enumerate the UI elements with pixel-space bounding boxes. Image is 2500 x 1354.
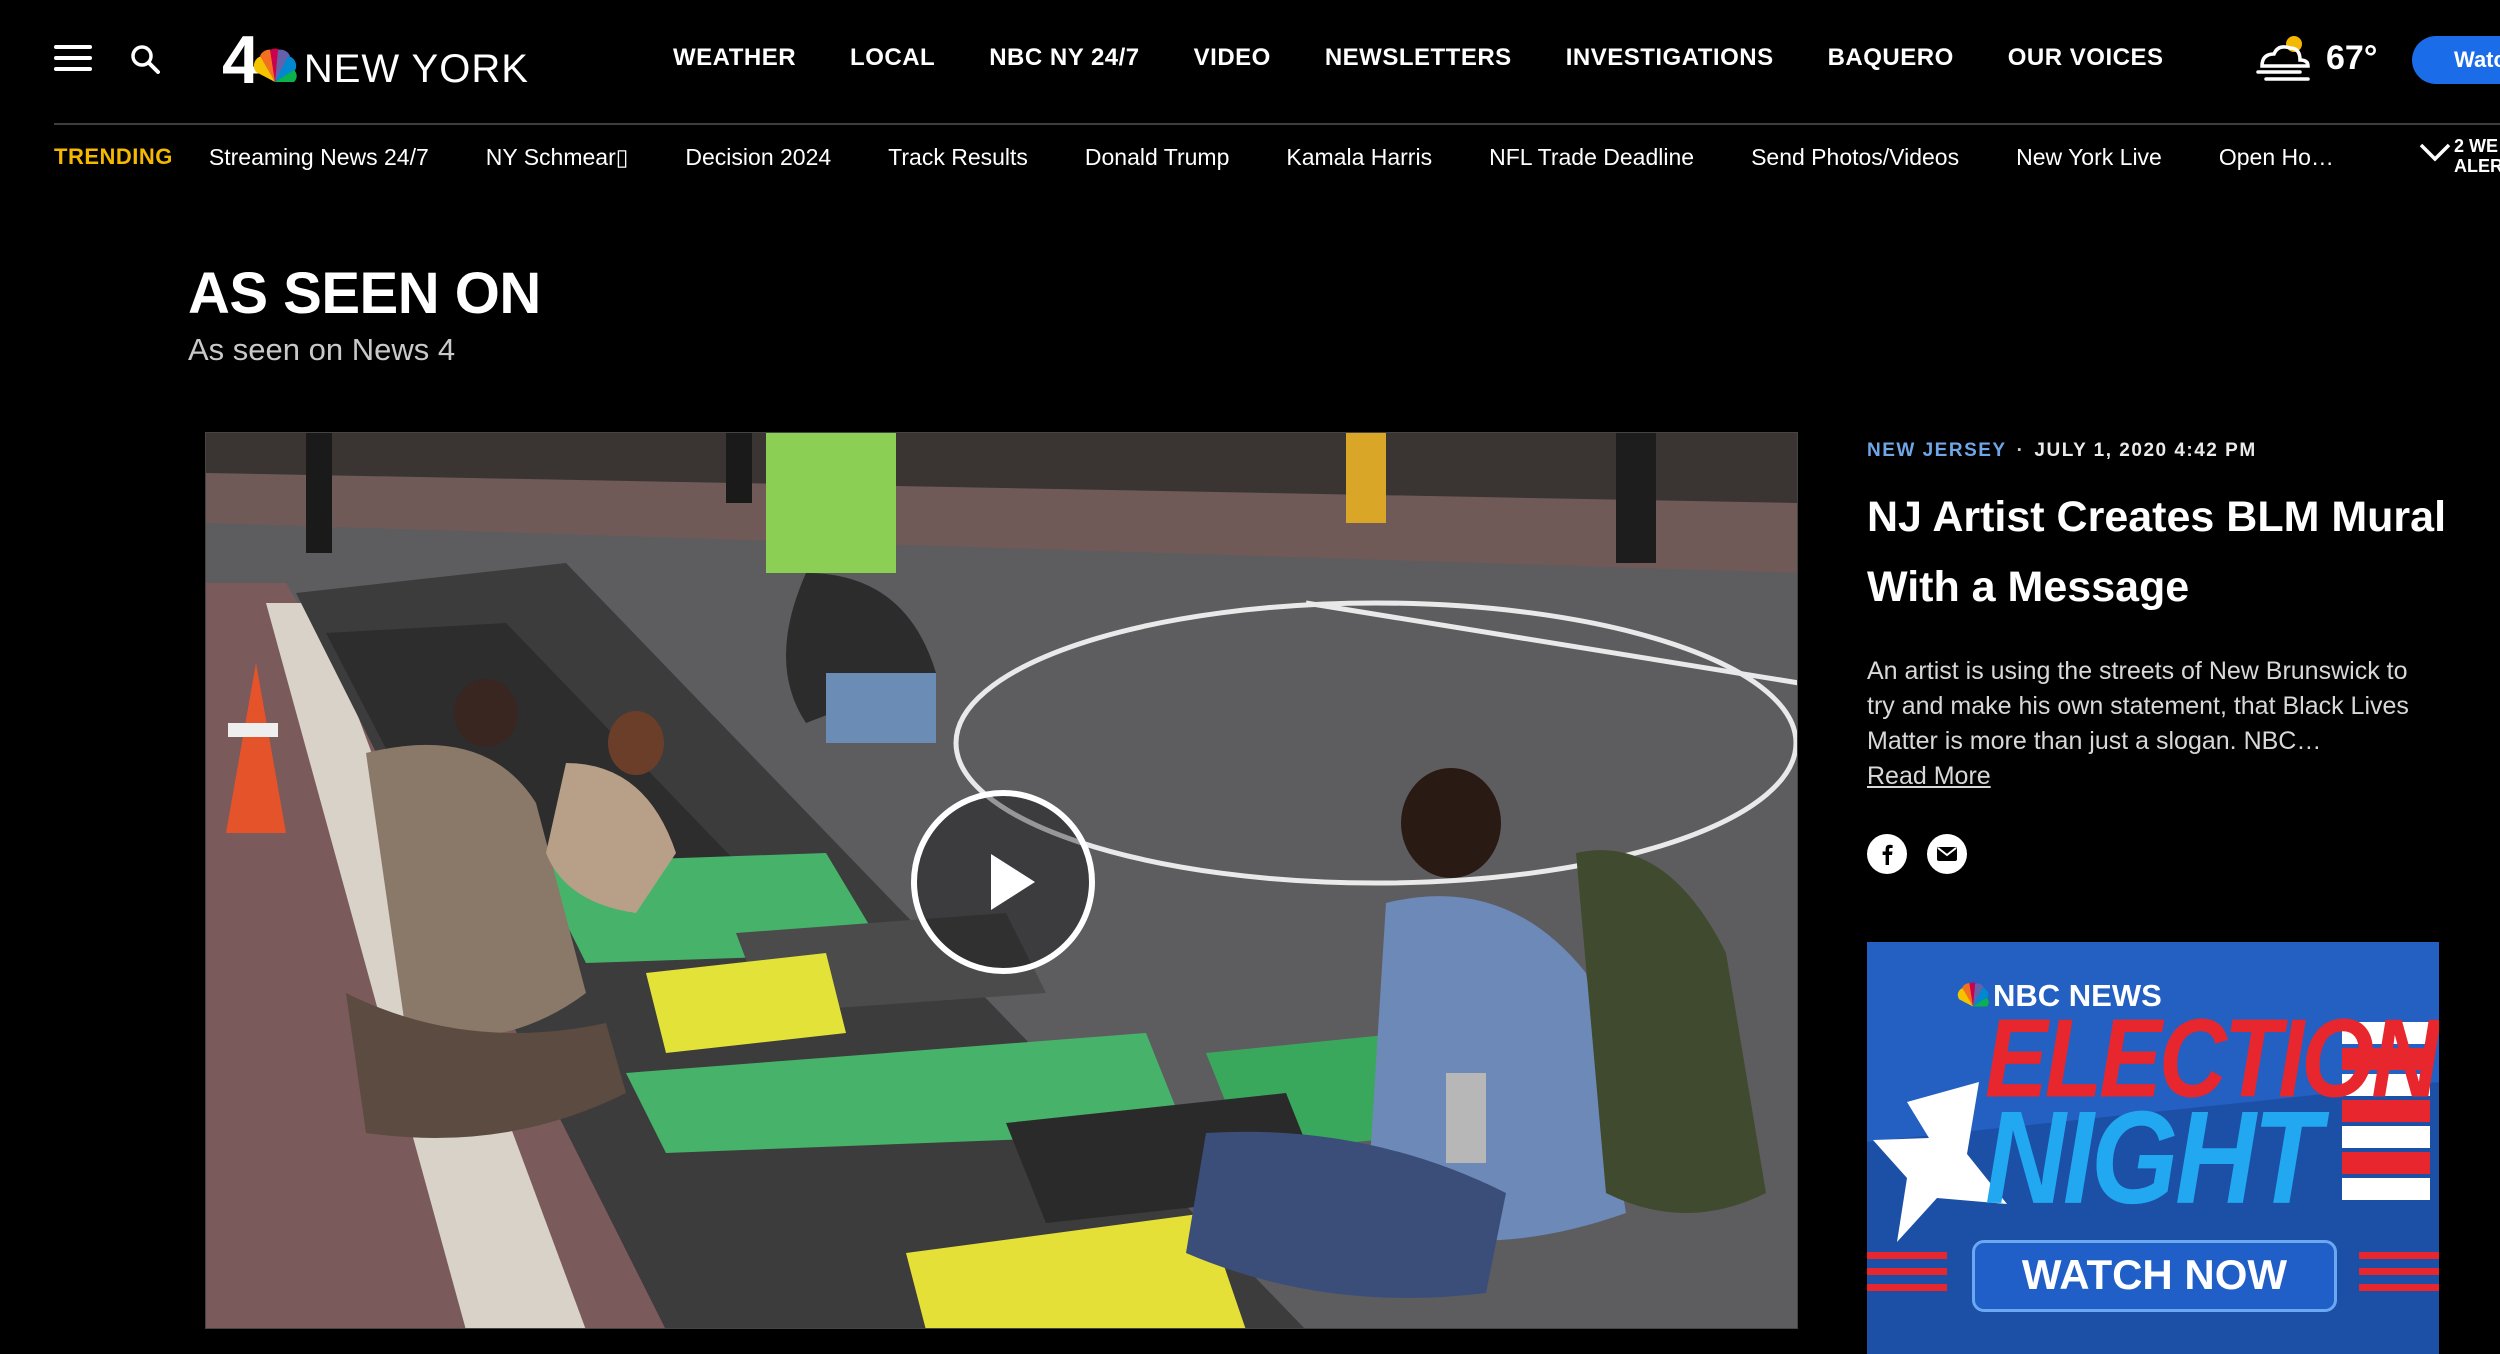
- nav-baquero[interactable]: BAQUERO: [1828, 44, 1954, 72]
- article-category[interactable]: NEW JERSEY: [1867, 440, 2007, 462]
- email-icon[interactable]: [1927, 834, 1967, 874]
- election-night-promo[interactable]: NBC NEWS ELECTION NIGHT WATCH NOW: [1867, 942, 2439, 1354]
- trending-item[interactable]: Track Results: [888, 144, 1028, 171]
- search-icon[interactable]: [128, 42, 162, 76]
- trending-item[interactable]: NFL Trade Deadline: [1489, 144, 1694, 171]
- meta-separator: ·: [2016, 440, 2025, 461]
- trending-bar: TRENDING Streaming News 24/7 NY Schmear▯…: [54, 140, 2500, 174]
- chevron-down-icon: [2419, 143, 2451, 162]
- page-subtitle: As seen on News 4: [188, 332, 456, 367]
- facebook-icon[interactable]: [1867, 834, 1907, 874]
- nav-video[interactable]: VIDEO: [1194, 44, 1271, 72]
- article-summary-text: An artist is using the streets of New Br…: [1867, 657, 2409, 755]
- weather-widget[interactable]: 67°: [2252, 32, 2377, 84]
- trending-item[interactable]: New York Live: [2016, 144, 2162, 171]
- main-nav: WEATHER LOCAL NBC NY 24/7 VIDEO NEWSLETT…: [673, 44, 2217, 72]
- nav-our-voices[interactable]: OUR VOICES: [2008, 44, 2164, 72]
- peacock-icon: [253, 48, 297, 82]
- alerts-label: 2 WE ALER: [2454, 136, 2500, 176]
- article-summary: An artist is using the streets of New Br…: [1867, 654, 2427, 794]
- play-button[interactable]: [911, 790, 1095, 974]
- logo-text: NEW YORK: [303, 47, 529, 91]
- article-meta: NEW JERSEY · JULY 1, 2020 4:42 PM: [1867, 440, 2257, 462]
- trending-item[interactable]: Decision 2024: [685, 144, 831, 171]
- trending-item[interactable]: Send Photos/Videos: [1751, 144, 1959, 171]
- alerts-toggle[interactable]: 2 WE ALER: [2418, 136, 2500, 176]
- alerts-label-line2: ALER: [2454, 156, 2500, 176]
- trending-item[interactable]: Kamala Harris: [1286, 144, 1432, 171]
- trending-item[interactable]: Streaming News 24/7: [209, 144, 429, 171]
- weather-temperature: 67°: [2326, 38, 2378, 77]
- watch-now-button[interactable]: WATCH NOW: [1972, 1240, 2337, 1312]
- article-date: JULY 1, 2020 4:42 PM: [2034, 440, 2257, 461]
- menu-icon[interactable]: [54, 45, 92, 71]
- nav-weather[interactable]: WEATHER: [673, 44, 796, 72]
- page-title: AS SEEN ON: [188, 261, 541, 326]
- header-divider: [54, 123, 2500, 125]
- trending-label: TRENDING: [54, 144, 173, 169]
- read-more-link[interactable]: Read More: [1867, 759, 1991, 794]
- nav-local[interactable]: LOCAL: [850, 44, 935, 72]
- watch-live-button[interactable]: Watc: [2412, 36, 2500, 84]
- share-bar: [1867, 834, 1987, 874]
- nav-investigations[interactable]: INVESTIGATIONS: [1566, 44, 1774, 72]
- article-headline[interactable]: NJ Artist Creates BLM Mural With a Messa…: [1867, 482, 2467, 622]
- nav-newsletters[interactable]: NEWSLETTERS: [1325, 44, 1512, 72]
- nav-nbc-ny-24-7[interactable]: NBC NY 24/7: [989, 44, 1139, 72]
- promo-headline-night: NIGHT: [1985, 1083, 2321, 1232]
- trending-item[interactable]: Open Ho…: [2219, 144, 2334, 171]
- video-player[interactable]: [205, 432, 1798, 1329]
- site-logo[interactable]: 4 NEW YORK: [222, 26, 529, 94]
- site-header: 4 NEW YORK WEATHER LOCAL NBC NY 24/7 VID…: [0, 0, 2500, 124]
- trending-item[interactable]: NY Schmear▯: [486, 144, 629, 171]
- trending-item[interactable]: Donald Trump: [1085, 144, 1229, 171]
- partly-cloudy-fog-icon: [2256, 36, 2310, 81]
- alerts-label-line1: 2 WE: [2454, 136, 2499, 156]
